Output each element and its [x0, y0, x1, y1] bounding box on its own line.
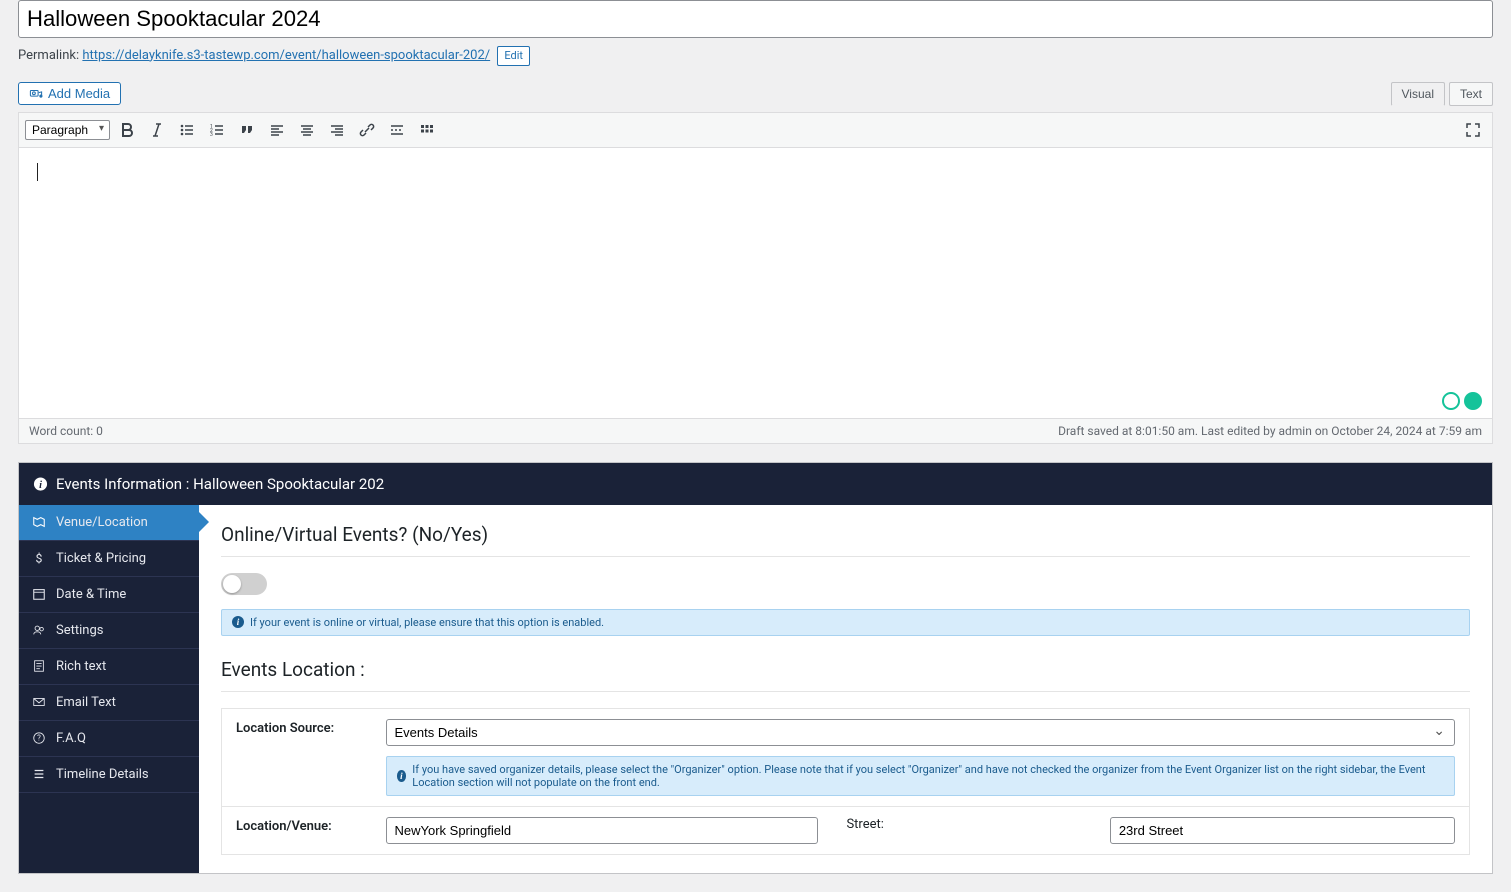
sidebar-item-faq[interactable]: ? F.A.Q [19, 721, 199, 757]
sidebar-item-timeline[interactable]: Timeline Details [19, 757, 199, 793]
location-venue-label: Location/Venue: [222, 806, 372, 854]
bullet-list-icon[interactable] [174, 117, 200, 143]
sidebar-item-venue[interactable]: Venue/Location [19, 505, 199, 541]
sidebar-label: Settings [56, 623, 103, 638]
sidebar-item-ticket[interactable]: $ Ticket & Pricing [19, 541, 199, 577]
svg-text:$: $ [35, 551, 42, 565]
sidebar-item-richtext[interactable]: Rich text [19, 649, 199, 685]
sidebar-label: Timeline Details [56, 767, 149, 782]
online-info-text: If your event is online or virtual, plea… [250, 616, 604, 629]
svg-text:i: i [39, 479, 42, 490]
grammarly-icon [1464, 392, 1482, 410]
calendar-icon [31, 587, 46, 602]
sidebar-item-settings[interactable]: Settings [19, 613, 199, 649]
envelope-icon [31, 695, 46, 710]
link-icon[interactable] [354, 117, 380, 143]
permalink-row: Permalink: https://delayknife.s3-tastewp… [18, 42, 1493, 70]
blockquote-icon[interactable] [234, 117, 260, 143]
online-toggle[interactable] [221, 573, 267, 595]
permalink-url[interactable]: https://delayknife.s3-tastewp.com/event/… [82, 48, 490, 63]
italic-icon[interactable] [144, 117, 170, 143]
list-icon [31, 767, 46, 782]
question-icon: ? [31, 731, 46, 746]
draft-status: Draft saved at 8:01:50 am. Last edited b… [1058, 424, 1482, 438]
align-left-icon[interactable] [264, 117, 290, 143]
sidebar-item-emailtext[interactable]: Email Text [19, 685, 199, 721]
format-select[interactable]: Paragraph [25, 120, 110, 140]
grammarly-widget[interactable] [1442, 392, 1482, 410]
location-venue-input[interactable] [386, 817, 819, 844]
tab-visual[interactable]: Visual [1391, 82, 1445, 106]
svg-text:3: 3 [210, 132, 213, 138]
info-icon: i [33, 476, 48, 491]
add-media-label: Add Media [48, 86, 110, 101]
sidebar-label: Date & Time [56, 587, 126, 602]
post-title-input[interactable] [18, 0, 1493, 38]
camera-music-icon [29, 87, 43, 101]
read-more-icon[interactable] [384, 117, 410, 143]
location-source-info: i If you have saved organizer details, p… [386, 756, 1456, 796]
sidebar-label: Email Text [56, 695, 116, 710]
metabox-title: Events Information : Halloween Spooktacu… [56, 475, 384, 493]
location-source-info-text: If you have saved organizer details, ple… [412, 763, 1444, 789]
sidebar-label: Rich text [56, 659, 106, 674]
word-count: Word count: 0 [29, 424, 103, 438]
svg-text:?: ? [37, 734, 41, 743]
street-input[interactable] [1110, 817, 1455, 844]
info-icon: i [397, 770, 407, 782]
location-source-select[interactable]: Events Details [386, 719, 1456, 746]
fullscreen-icon[interactable] [1460, 117, 1486, 143]
align-center-icon[interactable] [294, 117, 320, 143]
users-icon [31, 623, 46, 638]
online-events-title: Online/Virtual Events? (No/Yes) [221, 523, 1470, 557]
street-label: Street: [832, 807, 1095, 854]
sidebar-label: F.A.Q [56, 731, 86, 746]
map-icon [31, 515, 46, 530]
tab-text[interactable]: Text [1449, 82, 1493, 106]
text-cursor [37, 163, 38, 181]
grammarly-icon [1442, 392, 1460, 410]
sidebar-label: Venue/Location [56, 515, 148, 530]
events-location-title: Events Location : [221, 658, 1470, 692]
online-info-bar: i If your event is online or virtual, pl… [221, 609, 1470, 636]
sidebar-item-datetime[interactable]: Date & Time [19, 577, 199, 613]
editor-toolbar: Paragraph 123 [19, 113, 1492, 148]
numbered-list-icon[interactable]: 123 [204, 117, 230, 143]
bold-icon[interactable] [114, 117, 140, 143]
sidebar-label: Ticket & Pricing [56, 551, 146, 566]
add-media-button[interactable]: Add Media [18, 82, 121, 105]
permalink-label: Permalink: [18, 48, 79, 63]
align-right-icon[interactable] [324, 117, 350, 143]
dollar-icon: $ [31, 551, 46, 566]
edit-permalink-button[interactable]: Edit [497, 46, 530, 66]
editor-content-area[interactable] [19, 148, 1492, 418]
location-source-label: Location Source: [222, 708, 372, 806]
info-icon: i [232, 616, 244, 628]
metabox-header: i Events Information : Halloween Spookta… [19, 463, 1492, 505]
toolbar-toggle-icon[interactable] [414, 117, 440, 143]
document-icon [31, 659, 46, 674]
